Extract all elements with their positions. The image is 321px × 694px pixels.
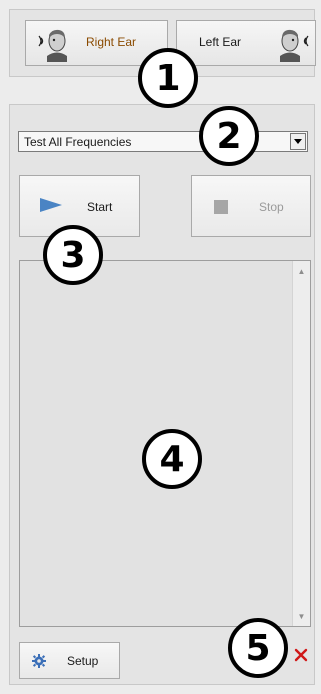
callout-4: 4 — [142, 429, 202, 489]
callout-3: 3 — [43, 225, 103, 285]
callout-2: 2 — [199, 106, 259, 166]
right-ear-label: Right Ear — [86, 35, 137, 49]
callout-5: 5 — [228, 618, 288, 678]
scroll-up-icon[interactable]: ▲ — [293, 263, 310, 279]
dropdown-arrow-icon[interactable] — [290, 133, 306, 150]
test-panel: Test All Frequencies Start Stop ▲ ▼ Setu… — [9, 104, 315, 685]
vertical-scrollbar[interactable]: ▲ ▼ — [292, 261, 310, 626]
start-label: Start — [87, 200, 113, 214]
left-ear-label: Left Ear — [199, 35, 242, 49]
left-ear-button[interactable]: Left Ear — [176, 20, 316, 66]
setup-label: Setup — [67, 654, 99, 668]
stop-label: Stop — [259, 200, 284, 214]
setup-button[interactable]: Setup — [19, 642, 120, 679]
stop-icon — [214, 200, 228, 217]
left-ear-face-icon — [275, 26, 309, 65]
play-icon — [40, 198, 62, 215]
test-mode-dropdown[interactable]: Test All Frequencies — [18, 131, 308, 152]
callout-1: 1 — [138, 48, 198, 108]
right-ear-face-icon — [38, 26, 72, 65]
test-mode-value: Test All Frequencies — [24, 134, 132, 149]
clear-x-icon[interactable] — [294, 648, 308, 662]
app-window: Right Ear Left Ear Test All Frequencies — [0, 0, 321, 694]
stop-button[interactable]: Stop — [191, 175, 311, 237]
scroll-down-icon[interactable]: ▼ — [293, 608, 310, 624]
gear-icon — [32, 654, 46, 671]
